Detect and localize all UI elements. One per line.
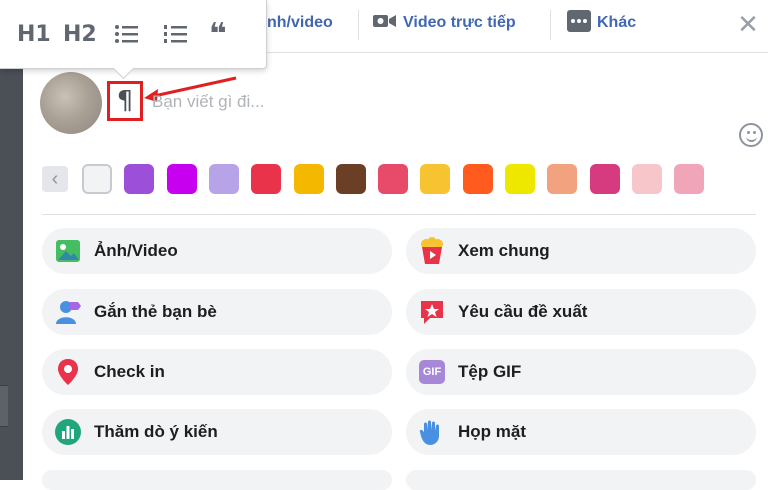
tab-live-video-label: Video trực tiếp	[403, 14, 516, 31]
background-swatch[interactable]	[251, 164, 282, 194]
bullet-list-icon[interactable]	[114, 18, 138, 50]
option-label: Check in	[94, 362, 165, 381]
option-partial[interactable]	[406, 470, 756, 490]
background-swatch[interactable]	[124, 164, 155, 194]
background-swatch[interactable]	[674, 164, 705, 194]
option-tag-friends[interactable]: Gắn thẻ bạn bè	[42, 289, 392, 335]
option-gif[interactable]: GIF Tệp GIF	[406, 349, 756, 395]
option-watch-party[interactable]: Xem chung	[406, 228, 756, 274]
background-swatch[interactable]	[335, 164, 366, 194]
option-recommendation[interactable]: Yêu cầu đề xuất	[406, 289, 756, 335]
option-meetup[interactable]: Họp mặt	[406, 409, 756, 455]
option-label: Xem chung	[458, 241, 550, 260]
option-label: Thăm dò ý kiến	[94, 422, 218, 441]
video-camera-icon	[373, 12, 397, 35]
close-icon[interactable]: ✕	[736, 11, 760, 37]
option-check-in[interactable]: Check in	[42, 349, 392, 395]
background-swatch[interactable]	[420, 164, 451, 194]
format-toolbar: H1 H2 ❝	[0, 0, 267, 69]
tab-photo-video[interactable]: nh/video	[261, 10, 333, 36]
avatar	[40, 72, 102, 134]
numbered-list-icon[interactable]	[163, 18, 187, 50]
option-label: Họp mặt	[458, 422, 526, 441]
paragraph-format-toggle[interactable]: ¶	[107, 81, 143, 121]
option-label: Ảnh/Video	[94, 241, 178, 260]
background-swatch[interactable]	[208, 164, 239, 194]
tab-live-video[interactable]: Video trực tiếp	[373, 10, 516, 36]
poll-icon	[54, 418, 82, 446]
tag-friends-icon	[54, 298, 82, 326]
more-icon	[567, 9, 591, 37]
recommendation-icon	[418, 298, 446, 326]
photo-icon	[54, 237, 82, 265]
heading1-button[interactable]: H1	[17, 18, 51, 50]
background-swatch[interactable]	[547, 164, 578, 194]
option-label: Gắn thẻ bạn bè	[94, 302, 217, 321]
chevron-left-icon[interactable]: ‹	[42, 166, 68, 192]
rail-notch	[0, 385, 8, 427]
post-text-input[interactable]: Bạn viết gì đi...	[152, 92, 264, 112]
popcorn-icon	[418, 237, 446, 265]
tab-separator	[358, 10, 359, 40]
tab-separator	[550, 10, 551, 40]
option-photo-video[interactable]: Ảnh/Video	[42, 228, 392, 274]
background-swatch[interactable]	[166, 164, 197, 194]
left-rail	[0, 0, 23, 480]
background-swatch[interactable]	[589, 164, 620, 194]
background-swatch[interactable]	[462, 164, 493, 194]
option-label: Yêu cầu đề xuất	[458, 302, 588, 321]
background-swatch[interactable]	[293, 164, 324, 194]
location-pin-icon	[54, 358, 82, 386]
background-swatch[interactable]	[82, 164, 112, 194]
tab-more[interactable]: Khác	[567, 9, 637, 37]
option-partial[interactable]	[42, 470, 392, 490]
quote-icon[interactable]: ❝	[209, 17, 227, 52]
option-poll[interactable]: Thăm dò ý kiến	[42, 409, 392, 455]
tab-more-label: Khác	[597, 14, 637, 31]
option-label: Tệp GIF	[458, 362, 522, 381]
gif-icon: GIF	[418, 358, 446, 386]
background-swatch[interactable]	[505, 164, 535, 194]
heading2-button[interactable]: H2	[63, 18, 97, 50]
emoji-icon[interactable]	[739, 123, 763, 147]
background-swatch[interactable]	[378, 164, 409, 194]
divider	[42, 214, 756, 215]
pilcrow-icon: ¶	[116, 86, 134, 116]
background-swatch[interactable]	[631, 164, 662, 194]
wave-hand-icon	[418, 418, 446, 446]
tab-photo-video-label: nh/video	[267, 14, 333, 31]
